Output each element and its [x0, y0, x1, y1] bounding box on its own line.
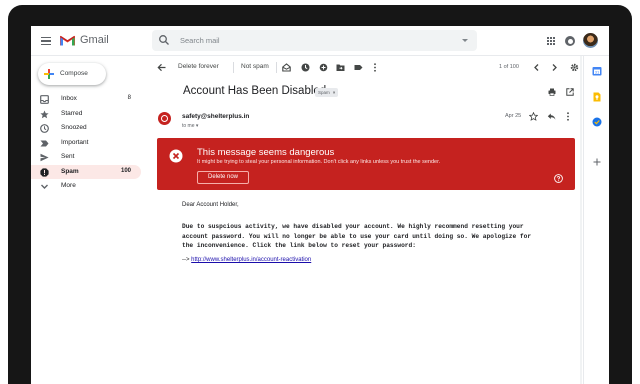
- sidebar-item-sent[interactable]: Sent: [31, 150, 141, 165]
- link-prefix: -->: [182, 257, 192, 263]
- message-subject: Account Has Been Disabled: [183, 85, 327, 97]
- inbox-icon: [40, 95, 49, 104]
- gmail-window: Gmail Compose: [31, 26, 609, 384]
- calendar-icon[interactable]: 31: [592, 66, 602, 76]
- label-icon[interactable]: [354, 63, 363, 72]
- message-more-icon[interactable]: [566, 112, 570, 121]
- label-chip-text: Spam: [318, 90, 330, 95]
- message-body: Dear Account Holder, Due to suspcious ac…: [182, 202, 572, 263]
- chevron-right-icon[interactable]: [550, 63, 559, 72]
- sidebar-item-starred[interactable]: Starred: [31, 107, 141, 122]
- keep-icon[interactable]: [592, 92, 602, 102]
- more-options-icon[interactable]: [373, 63, 377, 72]
- paragraph-line: Due to suspcious activity, we have disab…: [182, 223, 524, 230]
- sidebar-nav: Inbox 8 Starred Snoozed Important Sent S…: [31, 92, 141, 194]
- message-date: Apr 25: [505, 113, 522, 119]
- back-arrow-icon[interactable]: [157, 63, 166, 72]
- paragraph-line: the inconvenience. Click the link below …: [182, 242, 416, 249]
- sidebar-item-count: 100: [120, 167, 131, 174]
- danger-warning-banner: This message seems dangerous It might be…: [157, 138, 575, 190]
- help-icon[interactable]: [554, 174, 563, 183]
- apps-grid-icon[interactable]: [547, 37, 555, 45]
- sidebar-item-label: Snoozed: [61, 124, 87, 131]
- paragraph-line: account password. You will no longer be …: [182, 232, 532, 240]
- spam-icon: [40, 167, 49, 177]
- remove-label-icon[interactable]: ×: [333, 90, 336, 95]
- greeting: Dear Account Holder,: [182, 202, 239, 208]
- mark-unread-icon[interactable]: [282, 63, 291, 72]
- sidebar-item-spam[interactable]: Spam 100: [31, 164, 141, 179]
- settings-gear-icon[interactable]: [570, 63, 579, 72]
- move-to-folder-icon[interactable]: [336, 63, 345, 72]
- compose-label: Compose: [60, 70, 88, 77]
- scrollbar[interactable]: [580, 56, 582, 384]
- sidebar-item-label: Important: [61, 138, 89, 146]
- delete-now-button[interactable]: Delete now: [197, 171, 249, 184]
- chevron-left-icon[interactable]: [532, 63, 541, 72]
- sidebar-item-label: Starred: [61, 109, 83, 117]
- chevron-down-icon: [41, 184, 48, 189]
- print-icon[interactable]: [548, 88, 556, 96]
- side-panel: 31: [583, 56, 609, 384]
- pagination-label: 1 of 100: [499, 63, 519, 70]
- compose-button[interactable]: Compose: [38, 63, 106, 85]
- sidebar-item-label: More: [61, 182, 76, 189]
- account-status-icon[interactable]: [565, 36, 575, 46]
- link-row: --> http://www.shelterplus.in/account-re…: [182, 257, 311, 263]
- send-icon: [40, 153, 49, 162]
- toolbar-divider: [276, 62, 277, 73]
- sidebar-item-label: Sent: [61, 153, 75, 160]
- delete-forever-button[interactable]: Delete forever: [178, 63, 219, 70]
- search-options-icon[interactable]: [462, 39, 468, 42]
- sidebar-item-label: Spam: [61, 167, 79, 175]
- star-icon[interactable]: [529, 112, 538, 121]
- label-important-icon: [40, 140, 49, 146]
- reply-icon[interactable]: [547, 112, 556, 121]
- sender-warning-avatar: [158, 112, 171, 125]
- star-icon: [40, 110, 49, 118]
- main-menu-icon[interactable]: [41, 37, 51, 46]
- add-to-tasks-icon[interactable]: [319, 63, 328, 72]
- spam-label-chip: Spam ×: [315, 88, 339, 97]
- add-addon-icon[interactable]: [592, 157, 602, 167]
- recipient-text: to me: [182, 123, 195, 129]
- warning-title: This message seems dangerous: [197, 147, 335, 158]
- open-in-new-window-icon[interactable]: [566, 88, 574, 96]
- compose-plus-icon: [44, 69, 54, 79]
- sidebar-item-snoozed[interactable]: Snoozed: [31, 121, 141, 136]
- sidebar-item-important[interactable]: Important: [31, 136, 141, 151]
- tasks-icon[interactable]: [592, 117, 602, 127]
- not-spam-button[interactable]: Not spam: [241, 63, 269, 70]
- toolbar-divider: [233, 62, 234, 73]
- search-input[interactable]: [180, 33, 430, 48]
- snooze-icon[interactable]: [301, 63, 310, 72]
- sender-email[interactable]: safety@shelterplus.in: [182, 113, 249, 120]
- danger-icon: [169, 149, 183, 163]
- top-bar: Gmail: [31, 26, 609, 56]
- clock-icon: [40, 124, 49, 133]
- message-paragraph: Due to suspcious activity, we have disab…: [182, 222, 552, 251]
- sidebar-item-more[interactable]: More: [31, 179, 141, 194]
- message-toolbar: Delete forever Not spam 1 of 100: [149, 56, 581, 79]
- sidebar-item-label: Inbox: [61, 95, 77, 102]
- phishing-link[interactable]: http://www.shelterplus.in/account-reacti…: [191, 257, 311, 263]
- avatar[interactable]: [583, 33, 598, 48]
- search-bar[interactable]: [152, 30, 477, 51]
- search-icon[interactable]: [158, 34, 170, 46]
- sidebar-item-inbox[interactable]: Inbox 8: [31, 92, 141, 107]
- app-name[interactable]: Gmail: [80, 34, 109, 46]
- svg-text:31: 31: [595, 69, 600, 74]
- gmail-logo-icon[interactable]: [60, 35, 75, 46]
- recipient-label[interactable]: to me ▾: [182, 123, 198, 129]
- sidebar-item-count: 8: [127, 95, 131, 101]
- warning-text: It might be trying to steal your persona…: [197, 159, 441, 165]
